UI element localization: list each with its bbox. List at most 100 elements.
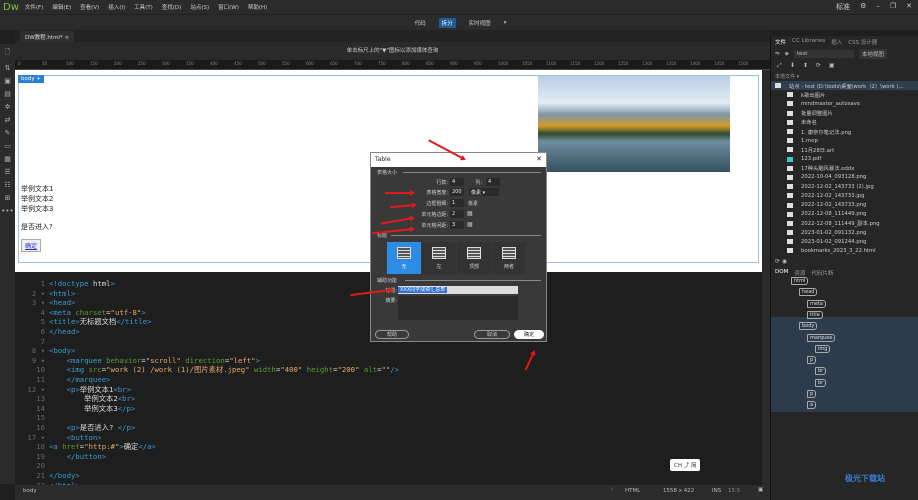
dom-node-p[interactable]: p	[807, 356, 817, 365]
close-icon[interactable]: ✕	[906, 2, 912, 12]
code-line[interactable]: <p>是否进入? </p>	[49, 423, 136, 433]
menu-view[interactable]: 查看(V)	[80, 3, 99, 11]
help-button[interactable]: 帮助	[375, 330, 409, 339]
code-line[interactable]: <title>无标题文档</title>	[49, 317, 151, 327]
scrollbar[interactable]	[762, 70, 770, 485]
code-line[interactable]: <img src="work (2) /work (1)/图片素材.jpeg" …	[49, 365, 399, 375]
code-line[interactable]: <!doctype html>	[49, 279, 115, 288]
pen-icon[interactable]: ✎	[5, 129, 11, 137]
summary-textarea[interactable]	[398, 296, 518, 320]
indent-icon[interactable]: ☰	[4, 168, 10, 176]
file-item[interactable]: k歌出图片	[771, 90, 918, 99]
sync-icon[interactable]: ▣	[829, 62, 835, 70]
caption-input[interactable]: XXX同学成绩汇总表	[398, 286, 518, 294]
code-line[interactable]: <a href="http:#">确定</a>	[49, 442, 156, 452]
wrap-icon[interactable]: ⇄	[5, 116, 11, 124]
menu-tools[interactable]: 工具(T)	[134, 3, 153, 11]
file-item[interactable]: 2022-12-08_111449.png	[771, 210, 918, 219]
code-line[interactable]: 举例文本2<br>	[49, 394, 135, 404]
menu-site[interactable]: 站点(S)	[190, 3, 209, 11]
file-item[interactable]: 17种头脑风暴法.eddx	[771, 164, 918, 173]
download-icon[interactable]: ⬇	[790, 62, 795, 70]
code-line[interactable]: <head>	[49, 298, 75, 307]
dom-node-title[interactable]: title	[807, 310, 823, 319]
file-item[interactable]: 2022-12-02_143733 (2).jpg	[771, 182, 918, 191]
dom-node-br[interactable]: br	[815, 378, 827, 387]
more-icon[interactable]: •••	[1, 207, 13, 215]
tab-snippets[interactable]: 代码片断	[811, 269, 833, 277]
file-item[interactable]: 123.pdf	[771, 155, 918, 164]
menu-insert[interactable]: 插入(I)	[108, 3, 125, 11]
file-item[interactable]: 1. 康奈尔笔记法.png	[771, 127, 918, 136]
menu-window[interactable]: 窗口(W)	[218, 3, 239, 11]
insert-mode[interactable]: INS	[712, 488, 721, 494]
header-none-option[interactable]: 无	[387, 242, 421, 274]
dom-node-html[interactable]: html	[791, 277, 809, 285]
code-line[interactable]: 举例文本3</p>	[49, 404, 135, 414]
code-line[interactable]: <p>举例文本1<br>	[49, 385, 131, 395]
code-view-button[interactable]: 代码	[412, 18, 429, 28]
dom-node-body[interactable]: body	[799, 322, 818, 331]
code-line[interactable]: </button>	[49, 452, 107, 461]
cancel-button[interactable]: 取消	[474, 330, 510, 339]
dom-node-marquee[interactable]: marquee	[807, 333, 836, 342]
restore-icon[interactable]: ❐	[890, 2, 896, 12]
code-line[interactable]: <marquee behavior="scroll" direction="le…	[49, 356, 260, 365]
code-line[interactable]: <button>	[49, 433, 102, 442]
menu-help[interactable]: 帮助(H)	[248, 3, 267, 11]
expand-icon[interactable]: ▣	[4, 77, 11, 85]
file-item[interactable]: bookmarks_2023_3_22.html	[771, 246, 918, 255]
ruler[interactable]: 0 50 100 150 200 250 300 350 400 450 500 550 600 650 7…	[15, 60, 770, 70]
code-line[interactable]: <body>	[49, 346, 75, 355]
file-item[interactable]: 11月28日.art	[771, 145, 918, 154]
view-select[interactable]: 本地视图	[858, 49, 887, 59]
connect-icon[interactable]: ⇋	[775, 51, 780, 57]
dom-node-meta[interactable]: meta	[807, 299, 826, 308]
arrange-icon[interactable]: ⇅	[5, 64, 11, 72]
ime-indicator[interactable]: CH ⤴ 简	[670, 459, 701, 471]
tab-insert[interactable]: 插入	[831, 38, 842, 46]
file-item[interactable]: 未命名	[771, 118, 918, 127]
live-view-button[interactable]: 实时视图	[466, 18, 494, 28]
tag-selector[interactable]: body	[23, 488, 37, 494]
header-both-option[interactable]: 两者	[492, 242, 526, 274]
minimize-icon[interactable]: –	[876, 2, 880, 12]
file-item[interactable]: 2022-10-04_093128.png	[771, 173, 918, 182]
dom-node-a[interactable]: a	[807, 401, 817, 410]
padding-input[interactable]: 2	[450, 210, 464, 218]
file-icon[interactable]: 🗋	[5, 48, 11, 59]
code-line[interactable]: </marquee>	[49, 375, 111, 384]
close-icon[interactable]: ✕	[536, 155, 542, 163]
tab-dom[interactable]: DOM	[775, 269, 788, 277]
ok-button[interactable]: 确定	[514, 330, 544, 339]
code-line[interactable]: <html>	[49, 289, 75, 298]
chevron-down-icon[interactable]: ▾	[504, 20, 507, 26]
document-tab[interactable]: DW教程.html* ×	[20, 31, 75, 42]
header-top-option[interactable]: 顶部	[457, 242, 491, 274]
file-item[interactable]: 2022-12-08_111449_副本.png	[771, 219, 918, 228]
comment-icon[interactable]: ▭	[4, 142, 11, 150]
width-input[interactable]: 200	[450, 188, 464, 196]
confirm-link-button[interactable]: 确定	[21, 239, 42, 252]
file-item[interactable]: 2023-01-02_091244.png	[771, 237, 918, 246]
snippet-icon[interactable]: ⊞	[5, 194, 11, 202]
collapse-icon[interactable]: ▤	[4, 90, 11, 98]
menu-find[interactable]: 查找(D)	[162, 3, 182, 11]
dom-node-img[interactable]: img	[815, 344, 831, 353]
site-icon[interactable]: ◈	[785, 51, 789, 57]
settings-icon[interactable]: ✲	[5, 103, 11, 111]
file-item[interactable]: 2023-01-02_091132.png	[771, 228, 918, 237]
dom-node-head[interactable]: head	[799, 288, 818, 297]
tab-cc-libraries[interactable]: CC Libraries	[792, 38, 825, 46]
menu-edit[interactable]: 编辑(E)	[52, 3, 71, 11]
tab-assets[interactable]: 资源	[794, 269, 805, 277]
code-line[interactable]: </body>	[49, 471, 80, 480]
code-line[interactable]: <meta charset="utf-8">	[49, 308, 146, 317]
dom-node-br[interactable]: br	[815, 367, 827, 376]
code-line[interactable]: </head>	[49, 327, 80, 336]
expand-icon[interactable]: ⤢	[777, 62, 782, 70]
upload-icon[interactable]: ⬆	[803, 62, 808, 70]
language-select[interactable]: HTML	[625, 488, 640, 494]
format-icon[interactable]: ▦	[4, 155, 11, 163]
media-query-bar[interactable]: 单击标尺上的"▼"图标以添加媒体查询	[15, 42, 770, 60]
